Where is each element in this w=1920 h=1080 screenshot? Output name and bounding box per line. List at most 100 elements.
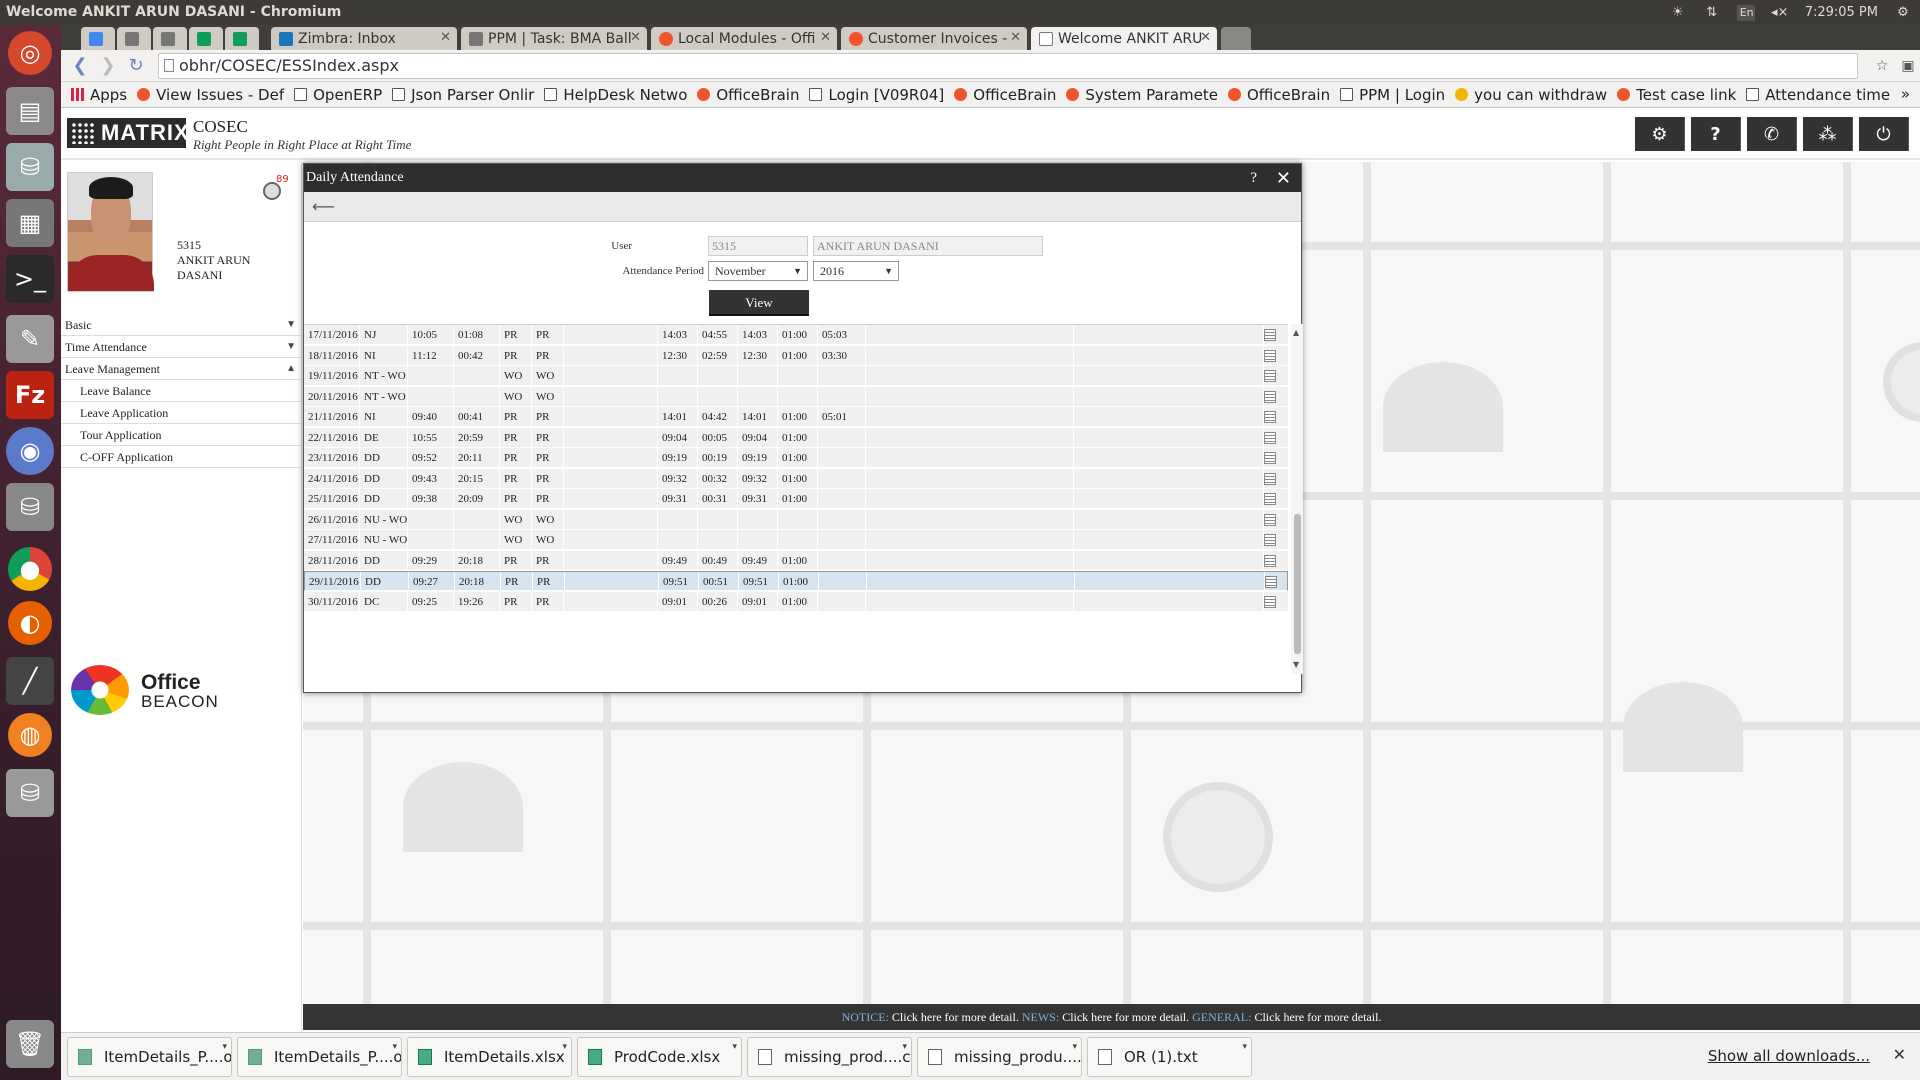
dropdown-arrow-icon[interactable]: ▾	[562, 1042, 567, 1052]
settings-button[interactable]: ⚙	[1635, 117, 1685, 151]
tab-local-modules[interactable]: Local Modules - Offi ✕	[651, 27, 837, 50]
tab-pinned-sheets[interactable]	[189, 27, 223, 50]
bookmark-item[interactable]: View Issues - Def	[137, 86, 284, 104]
close-icon[interactable]: ✕	[1276, 164, 1291, 192]
chromium-icon[interactable]: ◉	[6, 427, 54, 475]
table-row[interactable]: 28/11/2016 DD 09:29 20:18 PR PR 09:49 00:49 09:4…	[304, 550, 1288, 571]
files-icon[interactable]: ▤	[6, 87, 54, 135]
close-icon[interactable]: ✕	[440, 30, 451, 45]
terminal-icon[interactable]: >_	[6, 255, 54, 303]
calculator-icon[interactable]: ▦	[6, 199, 54, 247]
details-document-icon[interactable]	[1265, 576, 1277, 588]
sql-tool-icon[interactable]: ⛁	[6, 483, 54, 531]
database-icon[interactable]: ⛁	[6, 143, 54, 191]
table-row[interactable]: 29/11/2016 DD 09:27 20:18 PR PR 09:51 00:51 09:5…	[304, 571, 1288, 592]
details-document-icon[interactable]	[1264, 534, 1276, 546]
bookmark-item[interactable]: Attendance time	[1746, 86, 1890, 104]
year-select[interactable]: 2016 ▼	[813, 261, 899, 281]
bookmark-item[interactable]: OfficeBrain	[1227, 86, 1330, 104]
table-row[interactable]: 26/11/2016 NU - WO WO WO	[304, 509, 1288, 530]
directory-button[interactable]: ⁂	[1803, 117, 1853, 151]
xampp-icon[interactable]: ◍	[8, 713, 52, 757]
close-icon[interactable]: ✕	[630, 30, 641, 45]
keyboard-language-icon[interactable]: En	[1736, 4, 1755, 21]
table-row[interactable]: 19/11/2016 NT - WO WO WO	[304, 366, 1288, 386]
side-menu-item[interactable]: Leave Management ▲	[61, 358, 302, 380]
notice-bar[interactable]: NOTICE: Click here for more detail. NEWS…	[303, 1004, 1920, 1030]
side-menu-item[interactable]: Tour Application	[61, 424, 302, 446]
table-row[interactable]: 25/11/2016 DD 09:38 20:09 PR PR 09:31 00:31 09:3…	[304, 489, 1288, 509]
download-item[interactable]: ProdCode.xlsx ▾	[577, 1037, 742, 1077]
details-document-icon[interactable]	[1264, 349, 1276, 362]
details-document-icon[interactable]	[1264, 554, 1276, 567]
download-item[interactable]: ItemDetails.xlsx ▾	[407, 1037, 572, 1077]
side-menu-item[interactable]: Time Attendance ▼	[61, 336, 302, 358]
tab-zimbra-inbox[interactable]: Zimbra: Inbox ✕	[271, 27, 457, 50]
help-icon[interactable]: ?	[1250, 164, 1257, 192]
details-document-icon[interactable]	[1264, 329, 1276, 341]
close-icon[interactable]: ✕	[1010, 30, 1021, 45]
month-select[interactable]: November ▼	[708, 261, 808, 281]
db-client-icon[interactable]: ⛁	[6, 769, 54, 817]
general-link[interactable]: Click here for more detail.	[1251, 1010, 1381, 1024]
download-item[interactable]: missing_prod....csv▾	[747, 1037, 912, 1077]
tab-ppm-task[interactable]: PPM | Task: BMA Ball ✕	[461, 27, 647, 50]
table-row[interactable]: 20/11/2016 NT - WO WO WO	[304, 386, 1288, 407]
table-row[interactable]: 23/11/2016 DD 09:52 20:11 PR PR 09:19 00:19 09:1…	[304, 448, 1288, 468]
filezilla-icon[interactable]: Fz	[6, 371, 54, 419]
bookmark-item[interactable]: OpenERP	[294, 86, 382, 104]
close-icon[interactable]: ✕	[1893, 1045, 1906, 1064]
scroll-down-icon[interactable]: ▼	[1293, 660, 1299, 669]
table-row[interactable]: 21/11/2016 NI 09:40 00:41 PR PR 14:01 04:42 14:0…	[304, 407, 1288, 427]
firefox-icon[interactable]: ◐	[8, 601, 52, 645]
details-document-icon[interactable]	[1264, 390, 1276, 403]
forward-icon[interactable]: ❯	[97, 55, 119, 77]
trash-icon[interactable]: 🗑	[6, 1020, 54, 1068]
bookmark-item[interactable]: Login [V09R04]	[809, 86, 944, 104]
view-button[interactable]: View	[709, 290, 809, 316]
dropdown-arrow-icon[interactable]: ▾	[392, 1042, 397, 1052]
expand-arrow-icon[interactable]: ▼	[286, 314, 296, 336]
close-icon[interactable]: ✕	[820, 30, 831, 45]
network-icon[interactable]: ⇅	[1703, 5, 1721, 21]
dropdown-arrow-icon[interactable]: ▾	[902, 1042, 907, 1052]
scroll-up-icon[interactable]: ▲	[1293, 328, 1299, 337]
show-all-downloads-link[interactable]: Show all downloads...	[1708, 1047, 1870, 1065]
bookmark-item[interactable]: Test case link	[1617, 86, 1736, 104]
side-menu-item[interactable]: Basic ▼	[61, 314, 302, 336]
volume-icon[interactable]: ◂×	[1771, 5, 1789, 21]
side-menu-item[interactable]: Leave Balance	[61, 380, 302, 402]
details-document-icon[interactable]	[1264, 411, 1276, 423]
table-row[interactable]: 18/11/2016 NI 11:12 00:42 PR PR 12:30 02:59 12:3…	[304, 345, 1288, 366]
expand-arrow-icon[interactable]: ▼	[286, 336, 296, 358]
table-row[interactable]: 24/11/2016 DD 09:43 20:15 PR PR 09:32 00:32 09:3…	[304, 468, 1288, 489]
close-icon[interactable]: ✕	[1200, 30, 1211, 45]
news-link[interactable]: Click here for more detail.	[1059, 1010, 1192, 1024]
contact-button[interactable]: ✆	[1747, 117, 1797, 151]
bookmarks-overflow-icon[interactable]: »	[1901, 85, 1910, 103]
bookmark-item[interactable]: Apps	[71, 86, 127, 104]
table-row[interactable]: 17/11/2016 NJ 10:05 01:08 PR PR 14:03 04:55 14:0…	[304, 325, 1288, 345]
details-document-icon[interactable]	[1264, 472, 1276, 485]
pen-tool-icon[interactable]: ╱	[6, 657, 54, 705]
table-scrollbar[interactable]: ▲ ▼	[1291, 324, 1303, 674]
dropdown-arrow-icon[interactable]: ▾	[1072, 1042, 1077, 1052]
back-arrow-icon[interactable]: ⟵	[312, 197, 335, 216]
reload-icon[interactable]: ↻	[125, 55, 147, 77]
bookmark-item[interactable]: HelpDesk Netwo	[544, 86, 687, 104]
details-document-icon[interactable]	[1264, 431, 1276, 444]
back-icon[interactable]: ❮	[69, 55, 91, 77]
bookmark-item[interactable]: Json Parser Onlir	[392, 86, 534, 104]
table-row[interactable]: 27/11/2016 NU - WO WO WO	[304, 530, 1288, 550]
download-item[interactable]: missing_produ....csv▾	[917, 1037, 1082, 1077]
bookmark-star-icon[interactable]: ☆	[1871, 55, 1893, 77]
bookmark-item[interactable]: PPM | Login	[1340, 86, 1445, 104]
bookmark-item[interactable]: System Paramete	[1066, 86, 1218, 104]
dropdown-arrow-icon[interactable]: ▾	[222, 1042, 227, 1052]
help-button[interactable]: ?	[1691, 117, 1741, 151]
notice-link[interactable]: Click here for more detail.	[889, 1010, 1022, 1024]
new-tab-button[interactable]	[1221, 27, 1251, 50]
details-document-icon[interactable]	[1264, 452, 1276, 464]
address-bar[interactable]: obhr/COSEC/ESSIndex.aspx	[158, 53, 1858, 79]
tab-customer-invoices[interactable]: Customer Invoices - ✕	[841, 27, 1027, 50]
